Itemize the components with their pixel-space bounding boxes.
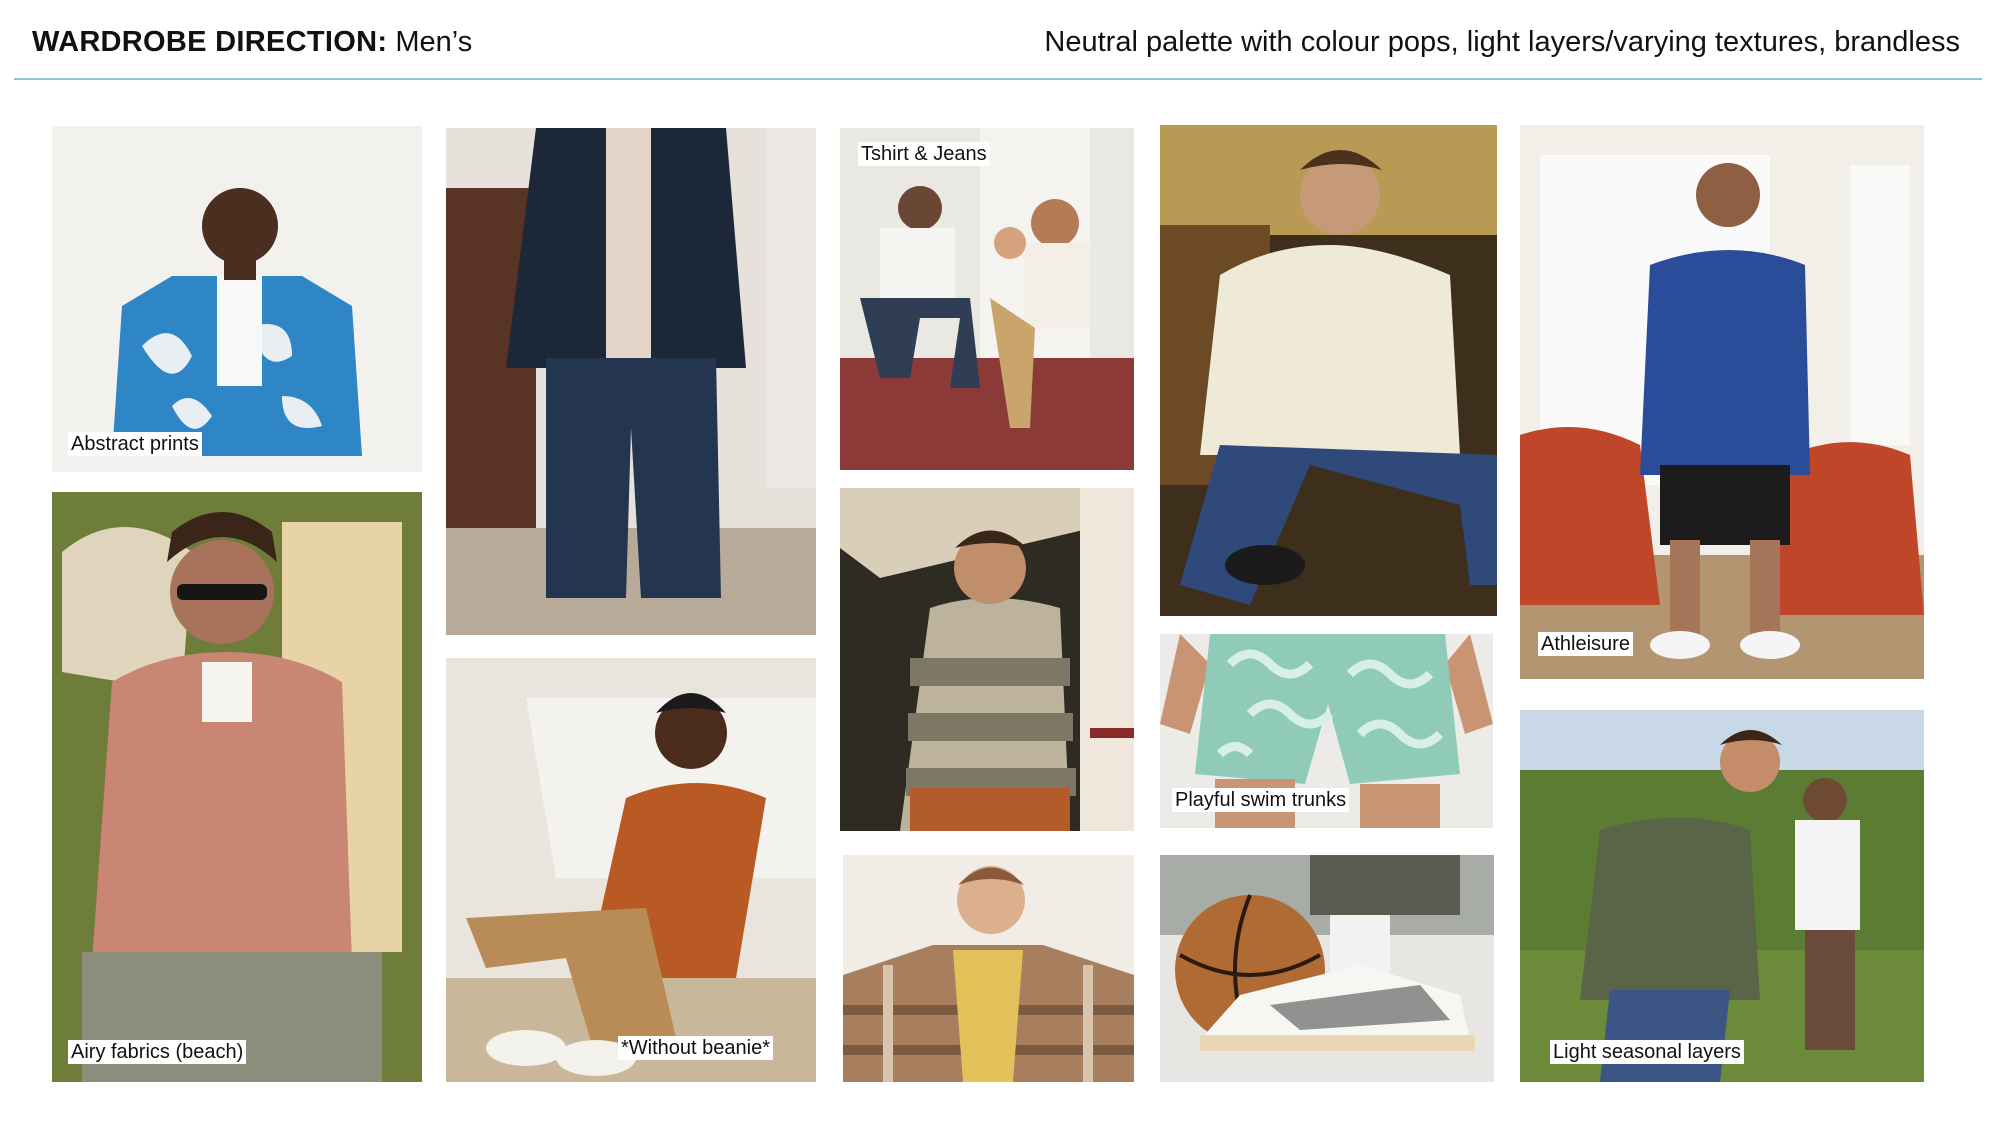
- photo-beanie: *Without beanie*: [446, 658, 816, 1082]
- photo-striped-vest: [840, 488, 1134, 831]
- quilted-vest-image: [1520, 710, 1924, 1082]
- cream-sweater-image: [1160, 125, 1497, 616]
- caption-swim-trunks: Playful swim trunks: [1172, 788, 1350, 812]
- caption-athleisure: Athleisure: [1538, 632, 1633, 656]
- beach-shirt-image: [52, 492, 422, 1082]
- photo-sneakers: [1160, 855, 1494, 1082]
- photo-athleisure: Athleisure: [1520, 125, 1924, 679]
- photo-cream-sweater: [1160, 125, 1497, 616]
- header-divider: [14, 78, 1982, 80]
- abstract-print-shirt-image: [52, 126, 422, 472]
- photo-denim-jacket: [446, 128, 816, 635]
- photo-flannel-shirt: [843, 855, 1134, 1082]
- flannel-shirt-image: [843, 855, 1134, 1082]
- caption-abstract-prints: Abstract prints: [68, 432, 202, 456]
- page-title: WARDROBE DIRECTION: Men’s: [32, 22, 472, 62]
- athleisure-image: [1520, 125, 1924, 679]
- caption-seasonal-layers: Light seasonal layers: [1550, 1040, 1744, 1064]
- striped-vest-image: [840, 488, 1134, 831]
- photo-airy-fabrics: Airy fabrics (beach): [52, 492, 422, 1082]
- orange-sweater-image: [446, 658, 816, 1082]
- family-tshirt-jeans-image: [840, 128, 1134, 470]
- photo-swim-trunks: Playful swim trunks: [1160, 634, 1493, 828]
- denim-jacket-image: [446, 128, 816, 635]
- caption-tshirt-jeans: Tshirt & Jeans: [858, 142, 990, 166]
- photo-tshirt-jeans: Tshirt & Jeans: [840, 128, 1134, 470]
- photo-seasonal-layers: Light seasonal layers: [1520, 710, 1924, 1082]
- caption-beanie: *Without beanie*: [618, 1036, 773, 1060]
- page-header: WARDROBE DIRECTION: Men’s Neutral palett…: [0, 0, 1992, 82]
- sneakers-basketball-image: [1160, 855, 1494, 1082]
- title-light: Men’s: [395, 26, 473, 58]
- direction-tagline: Neutral palette with colour pops, light …: [1044, 26, 1960, 58]
- caption-airy-fabrics: Airy fabrics (beach): [68, 1040, 247, 1064]
- photo-abstract-prints: Abstract prints: [52, 126, 422, 472]
- title-bold: WARDROBE DIRECTION:: [32, 26, 388, 58]
